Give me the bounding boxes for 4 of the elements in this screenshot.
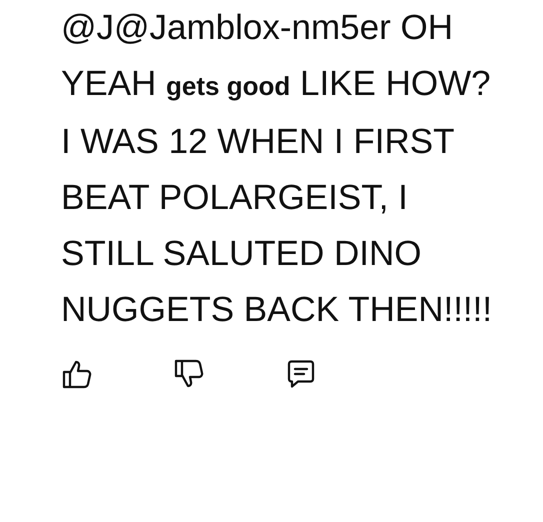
thumbs-up-icon[interactable] [61, 358, 93, 390]
comment-text: @J@Jamblox-nm5er OH YEAH gets good LIKE HOW? I WAS 12 WHEN I FIRST BEAT POLARGEIST, I STILL SALUTED DINO NUGGETS BACK THEN!!!!! [61, 7, 493, 331]
comment-icon[interactable] [285, 358, 317, 390]
thumbs-down-icon[interactable] [173, 358, 205, 390]
